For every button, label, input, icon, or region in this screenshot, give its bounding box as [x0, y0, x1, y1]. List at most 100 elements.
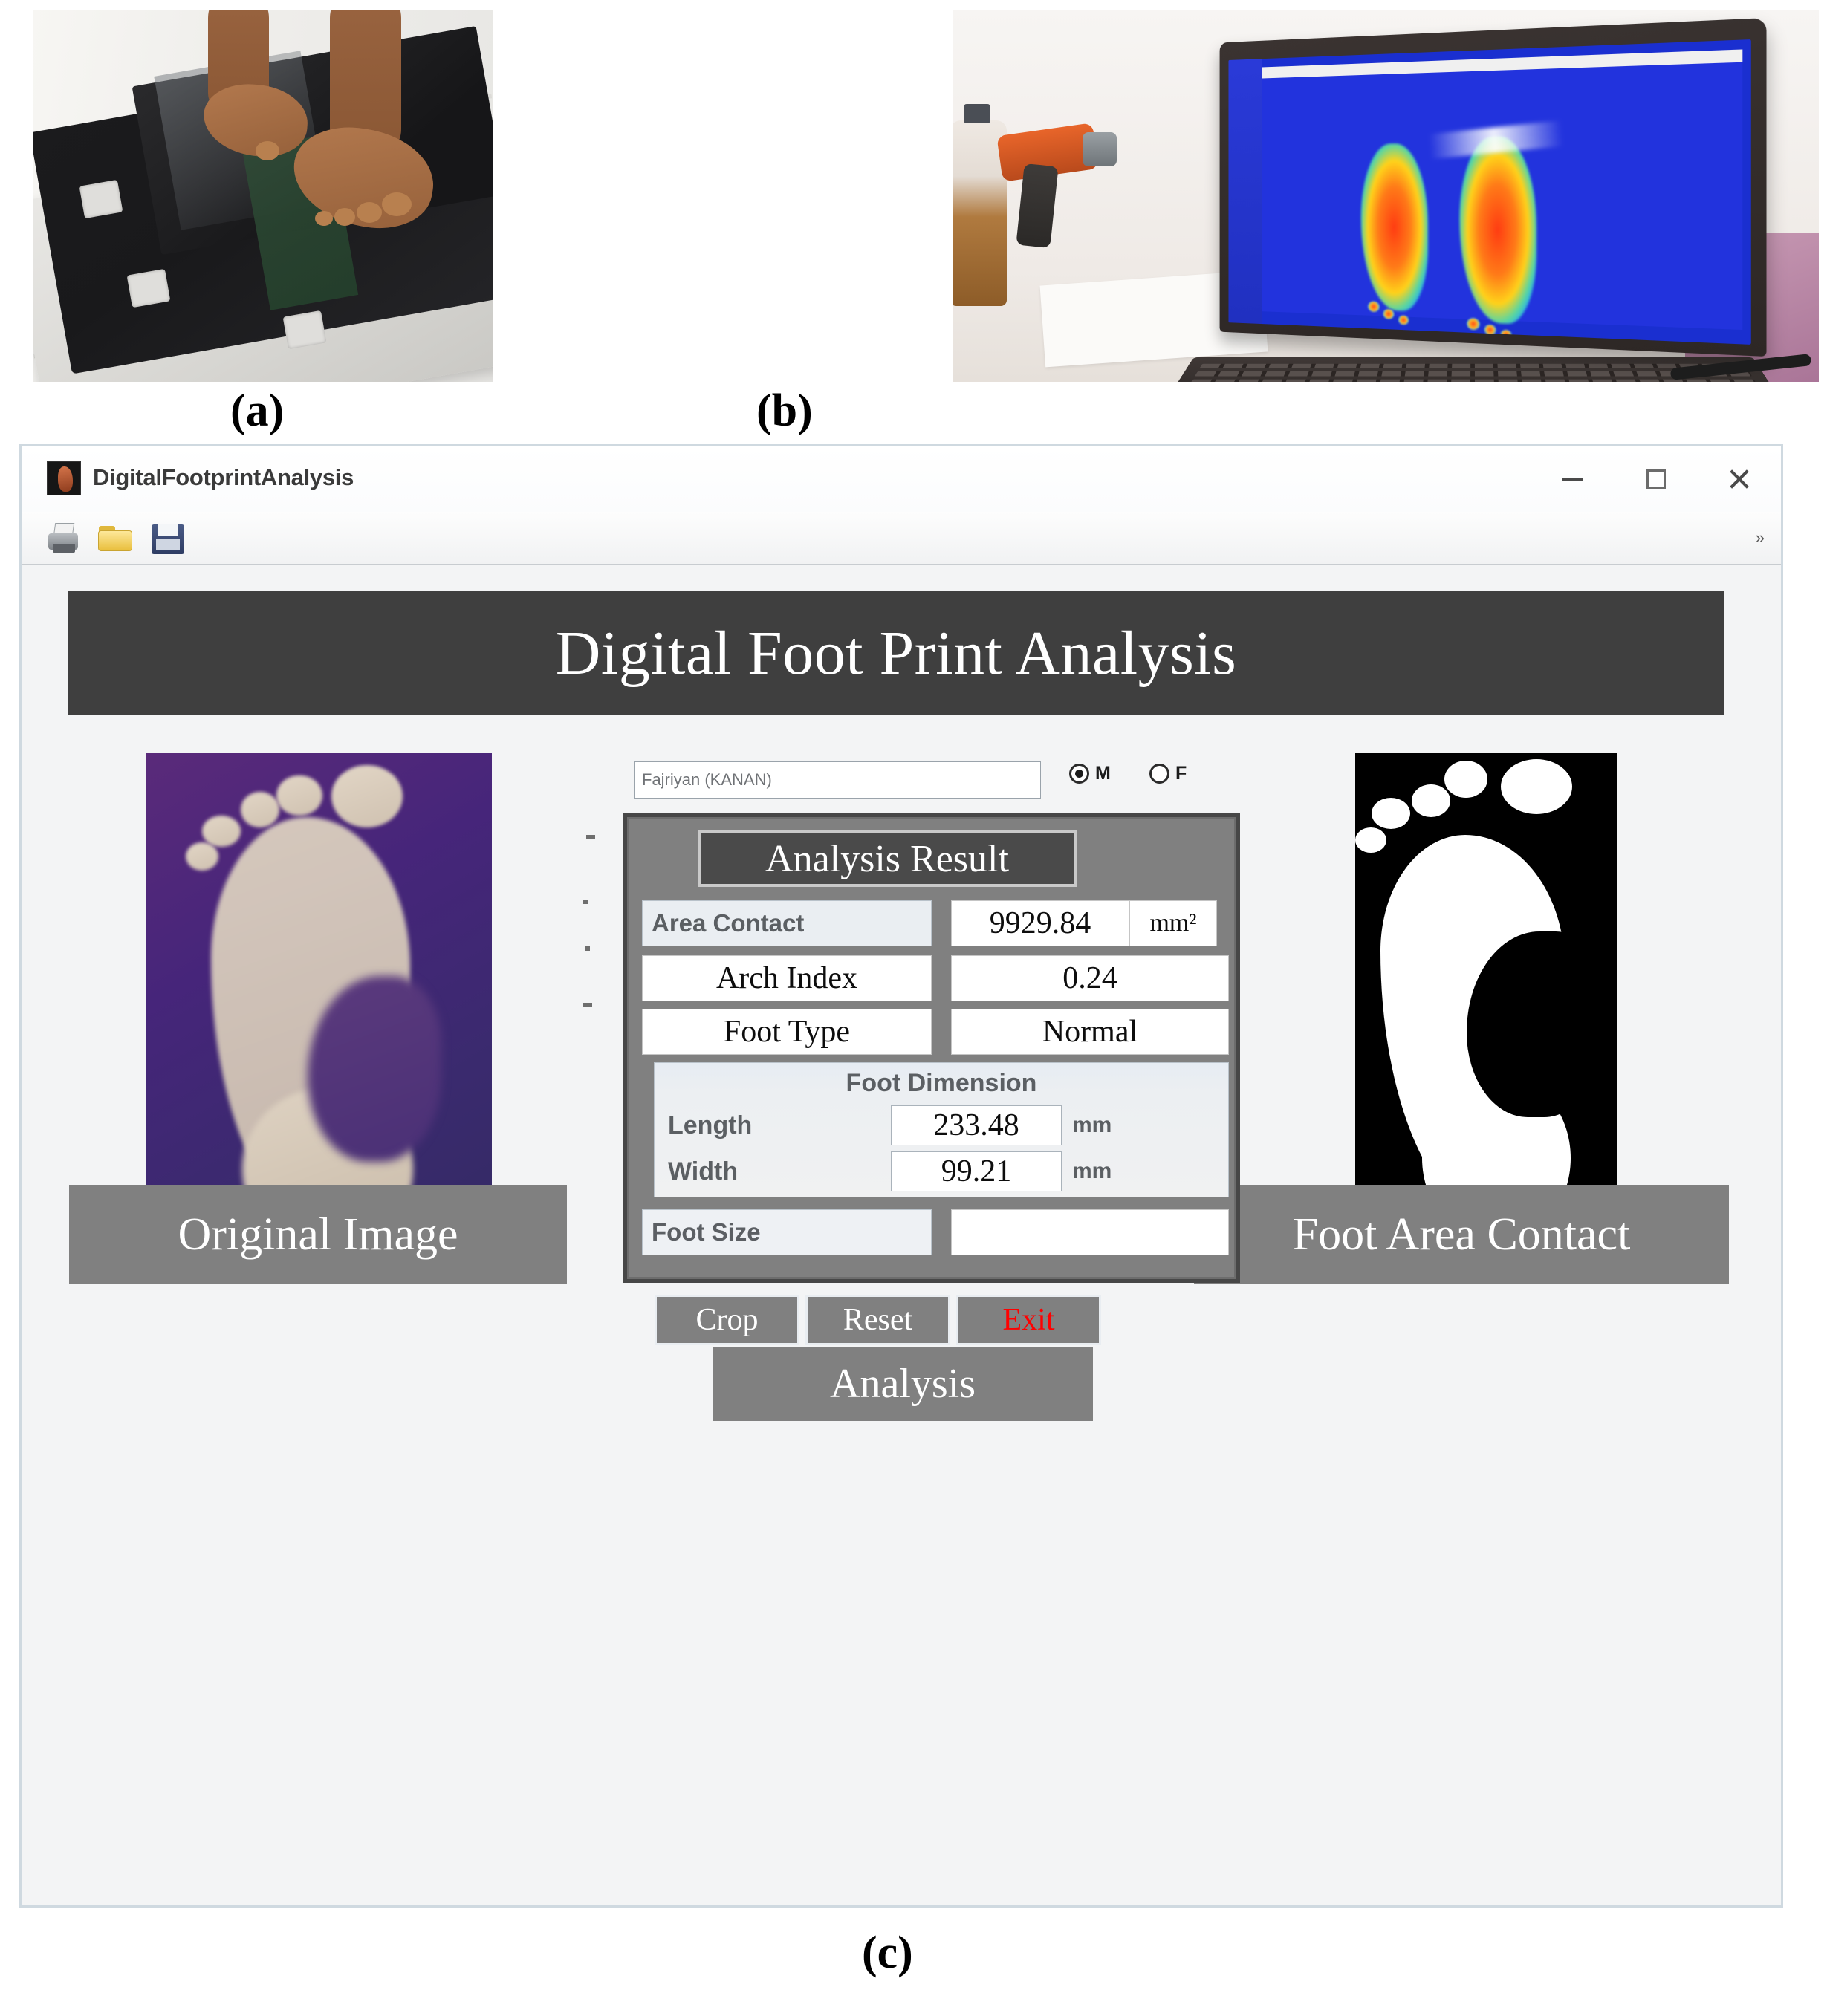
application-window: DigitalFootprintAnalysis » Digital Foot …	[19, 444, 1783, 1908]
result-row-foot-size: Foot Size	[642, 1209, 1229, 1255]
maximize-icon	[1646, 469, 1666, 489]
foot-width-unit: mm	[1072, 1159, 1112, 1183]
foot-area-contact-label-panel: Foot Area Contact	[1194, 1185, 1729, 1284]
heatmap-toe	[1467, 317, 1480, 331]
maximize-button[interactable]	[1615, 446, 1698, 512]
artifact-tick	[583, 1003, 592, 1007]
window-content: Digital Foot Print Analysis Original Ima…	[22, 565, 1781, 1905]
foot-size-value[interactable]	[951, 1209, 1229, 1255]
gender-radio-female[interactable]: F	[1149, 763, 1187, 784]
page-title: Digital Foot Print Analysis	[555, 618, 1237, 688]
area-contact-label: Area Contact	[642, 900, 932, 946]
artifact-tick	[586, 835, 595, 839]
heatmap-window	[1261, 49, 1743, 340]
close-button[interactable]	[1698, 446, 1781, 512]
arch-index-label: Arch Index	[642, 955, 932, 1001]
original-image-label-panel: Original Image	[69, 1185, 567, 1284]
foot-type-value[interactable]: Normal	[951, 1009, 1229, 1055]
heatmap-toe	[1500, 329, 1512, 340]
foot-size-label: Foot Size	[642, 1209, 932, 1255]
gender-female-label: F	[1175, 763, 1187, 784]
footprint-toe	[331, 765, 403, 827]
foot-area-contact-label: Foot Area Contact	[1292, 1209, 1631, 1260]
exit-button[interactable]: Exit	[956, 1295, 1101, 1345]
footprint-toe	[202, 816, 241, 847]
heatmap-toe	[1383, 308, 1395, 319]
foot-width-value[interactable]: 99.21	[891, 1151, 1062, 1191]
foot-type-label: Foot Type	[642, 1009, 932, 1055]
original-image-label: Original Image	[178, 1209, 458, 1260]
minimize-button[interactable]	[1531, 446, 1615, 512]
analysis-result-panel: Analysis Result Area Contact 9929.84 mm²…	[623, 813, 1240, 1283]
analysis-result-title: Analysis Result	[765, 837, 1009, 880]
open-file-button[interactable]	[96, 518, 136, 557]
toolbar: »	[22, 512, 1781, 565]
result-row-arch-index: Arch Index 0.24	[642, 955, 1229, 1001]
toolbar-overflow-chevron[interactable]: »	[1756, 530, 1765, 546]
desktop-sidebar	[1228, 59, 1262, 325]
foot-length-label: Length	[668, 1111, 753, 1139]
toe	[334, 208, 355, 226]
figure-caption-a: (a)	[230, 386, 285, 436]
keyboard-row	[1195, 371, 1752, 377]
foot-length-unit: mm	[1072, 1113, 1112, 1137]
foot-dimension-group: Foot Dimension Length 233.48 mm Width 99…	[654, 1062, 1229, 1197]
radio-unselected-icon	[1149, 764, 1169, 784]
close-icon	[1727, 467, 1751, 491]
photo-scanner-setup	[33, 10, 493, 382]
foot-dimension-title: Foot Dimension	[846, 1069, 1037, 1097]
footprint-toe	[186, 842, 218, 871]
heatmap-toe	[1484, 324, 1496, 336]
heatmap-window-titlebar	[1261, 49, 1743, 79]
result-row-area-contact: Area Contact 9929.84 mm²	[642, 900, 1229, 946]
binary-toe	[1372, 798, 1410, 829]
binary-toe	[1444, 761, 1487, 798]
foot-length-value[interactable]: 233.48	[891, 1105, 1062, 1145]
footprint-toe	[241, 792, 279, 827]
scanner-clip	[79, 179, 123, 219]
keyboard-row	[1190, 379, 1757, 382]
foot-length-row: Length 233.48 mm	[668, 1105, 1221, 1146]
artifact-tick	[585, 946, 590, 951]
bottle-cap	[964, 104, 990, 123]
reset-button[interactable]: Reset	[805, 1295, 950, 1345]
subject-name-input[interactable]: Fajriyan (KANAN)	[634, 761, 1041, 799]
photo-laptop-heatmap	[953, 10, 1819, 382]
minimize-icon	[1562, 477, 1583, 481]
save-button[interactable]	[148, 518, 188, 557]
title-bar: DigitalFootprintAnalysis	[22, 446, 1781, 513]
arch-index-value[interactable]: 0.24	[951, 955, 1229, 1001]
radio-selected-icon	[1069, 764, 1089, 784]
foot-width-label: Width	[668, 1157, 739, 1186]
heatmap-foot-left	[1360, 143, 1428, 312]
analysis-button[interactable]: Analysis	[713, 1347, 1093, 1421]
scanner-clip	[282, 310, 327, 350]
toe	[315, 211, 333, 226]
binary-toe	[1355, 827, 1386, 853]
figure-caption-c: (c)	[862, 1928, 913, 1978]
footprint-toe	[276, 775, 322, 816]
gender-radio-male[interactable]: M	[1069, 763, 1111, 784]
print-button[interactable]	[44, 518, 84, 557]
artifact-tick	[583, 900, 588, 904]
toe	[256, 141, 279, 160]
binary-toe	[1501, 759, 1572, 814]
toe	[357, 202, 382, 223]
area-contact-value[interactable]: 9929.84	[951, 900, 1129, 946]
subject-name-value: Fajriyan (KANAN)	[642, 770, 772, 789]
gender-male-label: M	[1095, 763, 1111, 784]
crop-button[interactable]: Crop	[655, 1295, 799, 1345]
laptop-screen	[1228, 39, 1751, 345]
power-drill	[984, 122, 1117, 263]
drill-chuck	[1083, 132, 1117, 166]
keyboard-row	[1199, 363, 1748, 369]
scanner-clip	[126, 268, 171, 308]
area-contact-unit: mm²	[1129, 900, 1217, 946]
laptop-lid	[1219, 17, 1767, 357]
heatmap-toe	[1398, 315, 1409, 325]
toe	[382, 192, 412, 216]
figure-caption-b: (b)	[756, 386, 813, 436]
app-footprint-icon	[47, 461, 81, 495]
result-row-foot-type: Foot Type Normal	[642, 1009, 1229, 1055]
heatmap-foot-right	[1459, 135, 1537, 325]
